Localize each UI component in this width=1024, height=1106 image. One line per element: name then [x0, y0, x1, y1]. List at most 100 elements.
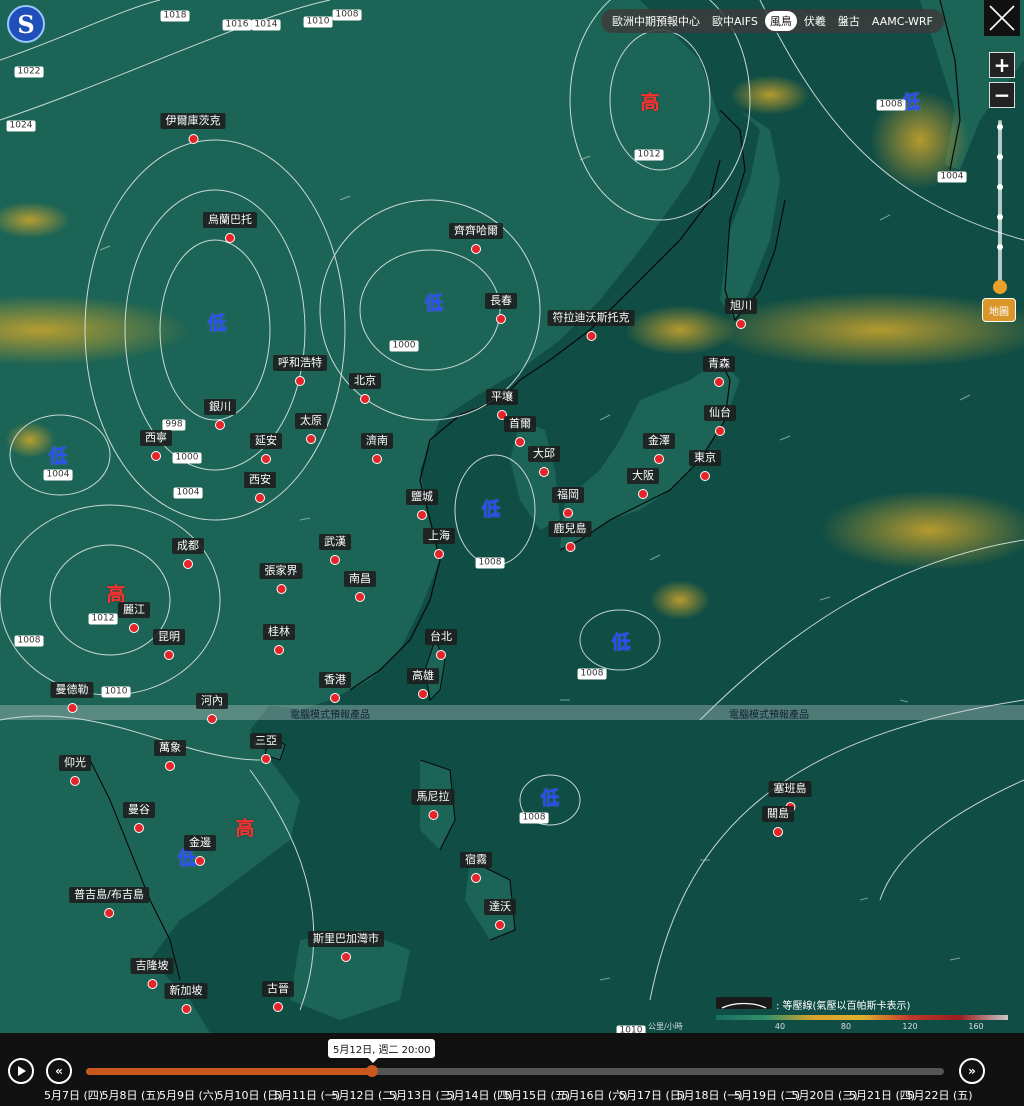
- forecast-map[interactable]: 高 低 低 低 低 低 高 低 低 高 低 1018 1016 1014 101…: [0, 0, 1024, 1033]
- city-dot[interactable]: [151, 451, 161, 461]
- timeline-track[interactable]: [86, 1065, 944, 1077]
- tab-pangu[interactable]: 盤古: [833, 11, 865, 31]
- city-dot[interactable]: [255, 493, 265, 503]
- city-dot[interactable]: [274, 645, 284, 655]
- city-dot[interactable]: [417, 510, 427, 520]
- city-marker[interactable]: 達沃: [484, 899, 516, 930]
- city-dot[interactable]: [330, 555, 340, 565]
- city-marker[interactable]: 台北: [425, 629, 457, 660]
- city-marker[interactable]: 鹿兒島: [548, 521, 592, 552]
- city-marker[interactable]: 曼德勒: [50, 682, 94, 713]
- city-marker[interactable]: 河內: [196, 693, 228, 724]
- city-dot[interactable]: [471, 244, 481, 254]
- timeline-day-label[interactable]: 5月10日 (日): [217, 1087, 283, 1103]
- city-dot[interactable]: [471, 873, 481, 883]
- city-dot[interactable]: [638, 489, 648, 499]
- city-dot[interactable]: [434, 549, 444, 559]
- zoom-out-button[interactable]: −: [989, 82, 1015, 108]
- city-dot[interactable]: [586, 331, 596, 341]
- tab-fengniao[interactable]: 風鳥: [764, 11, 797, 31]
- city-marker[interactable]: 昆明: [153, 629, 185, 660]
- city-marker[interactable]: 南昌: [344, 571, 376, 602]
- city-dot[interactable]: [295, 376, 305, 386]
- city-marker[interactable]: 武漢: [319, 534, 351, 565]
- city-dot[interactable]: [565, 542, 575, 552]
- city-marker[interactable]: 呼和浩特: [273, 355, 327, 386]
- city-marker[interactable]: 西安: [244, 472, 276, 503]
- city-marker[interactable]: 首爾: [504, 416, 536, 447]
- city-marker[interactable]: 張家界: [259, 563, 303, 594]
- city-dot[interactable]: [261, 754, 271, 764]
- city-marker[interactable]: 仰光: [59, 755, 91, 786]
- city-dot[interactable]: [129, 623, 139, 633]
- city-dot[interactable]: [306, 434, 316, 444]
- city-dot[interactable]: [134, 823, 144, 833]
- timeline-thumb[interactable]: [366, 1065, 378, 1077]
- city-marker[interactable]: 關島: [762, 806, 794, 837]
- city-dot[interactable]: [515, 437, 525, 447]
- timeline-day-label[interactable]: 5月13日 (三): [389, 1087, 455, 1103]
- city-dot[interactable]: [104, 908, 114, 918]
- step-forward-button[interactable]: »: [959, 1058, 985, 1084]
- city-dot[interactable]: [360, 394, 370, 404]
- close-button[interactable]: [984, 0, 1020, 36]
- city-marker[interactable]: 北京: [349, 373, 381, 404]
- timeline-day-label[interactable]: 5月16日 (六): [562, 1087, 628, 1103]
- city-dot[interactable]: [341, 952, 351, 962]
- city-dot[interactable]: [164, 650, 174, 660]
- play-button[interactable]: [8, 1058, 34, 1084]
- tab-ecmwf[interactable]: 歐洲中期預報中心: [607, 11, 705, 31]
- city-dot[interactable]: [355, 592, 365, 602]
- timeline-day-label[interactable]: 5月20日 (三): [792, 1087, 858, 1103]
- city-marker[interactable]: 仙台: [704, 405, 736, 436]
- city-marker[interactable]: 香港: [319, 672, 351, 703]
- opacity-slider[interactable]: [993, 120, 1007, 294]
- city-dot[interactable]: [563, 508, 573, 518]
- timeline-day-label[interactable]: 5月12日 (二): [332, 1087, 398, 1103]
- city-dot[interactable]: [330, 693, 340, 703]
- timeline-day-label[interactable]: 5月21日 (四): [849, 1087, 915, 1103]
- timeline-day-label[interactable]: 5月19日 (二): [734, 1087, 800, 1103]
- city-marker[interactable]: 萬象: [154, 740, 186, 771]
- city-dot[interactable]: [773, 827, 783, 837]
- city-dot[interactable]: [714, 377, 724, 387]
- city-dot[interactable]: [736, 319, 746, 329]
- city-dot[interactable]: [225, 233, 235, 243]
- city-marker[interactable]: 高雄: [407, 668, 439, 699]
- city-marker[interactable]: 古晉: [262, 981, 294, 1012]
- city-dot[interactable]: [273, 1002, 283, 1012]
- city-dot[interactable]: [215, 420, 225, 430]
- city-marker[interactable]: 濟南: [361, 433, 393, 464]
- city-dot[interactable]: [261, 454, 271, 464]
- city-dot[interactable]: [496, 314, 506, 324]
- city-marker[interactable]: 旭川: [725, 298, 757, 329]
- timeline-day-label[interactable]: 5月14日 (四): [447, 1087, 513, 1103]
- city-marker[interactable]: 伊爾庫茨克: [160, 113, 226, 144]
- city-marker[interactable]: 福岡: [552, 487, 584, 518]
- city-marker[interactable]: 金邊: [184, 835, 216, 866]
- city-dot[interactable]: [195, 856, 205, 866]
- city-dot[interactable]: [539, 467, 549, 477]
- city-marker[interactable]: 麗江: [118, 602, 150, 633]
- zoom-in-button[interactable]: +: [989, 52, 1015, 78]
- city-dot[interactable]: [207, 714, 217, 724]
- city-marker[interactable]: 普吉島/布吉島: [69, 887, 149, 918]
- city-marker[interactable]: 宿霧: [460, 852, 492, 883]
- city-dot[interactable]: [654, 454, 664, 464]
- city-marker[interactable]: 大阪: [627, 468, 659, 499]
- city-dot[interactable]: [418, 689, 428, 699]
- timeline-day-label[interactable]: 5月18日 (一): [677, 1087, 743, 1103]
- step-back-button[interactable]: «: [46, 1058, 72, 1084]
- city-marker[interactable]: 符拉迪沃斯托克: [547, 310, 635, 341]
- city-dot[interactable]: [165, 761, 175, 771]
- city-marker[interactable]: 西寧: [140, 430, 172, 461]
- city-dot[interactable]: [70, 776, 80, 786]
- city-marker[interactable]: 銀川: [204, 399, 236, 430]
- city-dot[interactable]: [715, 426, 725, 436]
- city-dot[interactable]: [428, 810, 438, 820]
- city-dot[interactable]: [436, 650, 446, 660]
- timeline-day-label[interactable]: 5月9日 (六): [159, 1087, 218, 1103]
- timeline-day-label[interactable]: 5月7日 (四): [44, 1087, 103, 1103]
- city-marker[interactable]: 齊齊哈爾: [449, 223, 503, 254]
- city-marker[interactable]: 桂林: [263, 624, 295, 655]
